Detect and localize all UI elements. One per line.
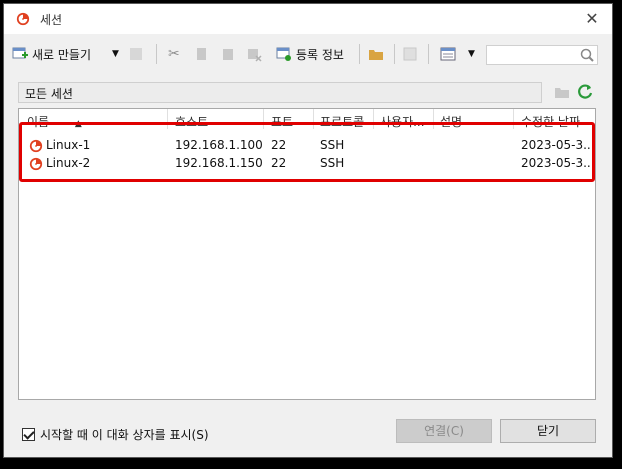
column-header-description[interactable]: 설명	[440, 113, 462, 130]
new-session-button[interactable]: 새로 만들기	[12, 43, 91, 65]
column-header-port[interactable]: 포트	[271, 113, 293, 130]
session-path-bar: 모든 세션	[18, 82, 542, 103]
session-port: 22	[271, 138, 287, 152]
list-header: 이름 ▲ 호스트 포트 프로토콜 사용자... 설명 수정한 날짜	[19, 109, 595, 129]
column-header-user[interactable]: 사용자...	[380, 113, 430, 130]
new-folder-icon[interactable]	[554, 84, 570, 100]
delete-icon	[248, 49, 262, 62]
dropdown-arrow-icon: ▼	[112, 49, 119, 59]
column-header-name[interactable]: 이름 ▲	[27, 113, 82, 130]
open-folder-button[interactable]	[368, 43, 384, 65]
session-action-button[interactable]	[128, 43, 144, 65]
copy-icon	[197, 48, 206, 60]
properties-button[interactable]: 등록 정보	[276, 43, 344, 65]
close-icon[interactable]: ✕	[582, 9, 602, 29]
search-input[interactable]	[486, 45, 598, 65]
new-session-label: 새로 만들기	[32, 47, 92, 62]
session-action-icon	[130, 48, 142, 60]
view-mode-button[interactable]	[440, 43, 456, 65]
column-divider[interactable]	[167, 109, 168, 129]
checkbox-checked-icon[interactable]	[22, 428, 35, 441]
cut-button[interactable]: ✂	[168, 43, 180, 65]
session-row[interactable]: Linux-2 192.168.1.150 22 SSH 2023-05-3..…	[19, 155, 595, 173]
sessions-dialog: 세션 ✕ 새로 만들기 ▼ ✂ 등록 정보 ▼ 모든 세션 이름 ▲ 호스트 포…	[3, 3, 613, 458]
cut-icon: ✂	[168, 46, 180, 62]
refresh-icon[interactable]	[576, 83, 594, 101]
delete-button[interactable]	[246, 43, 262, 65]
column-divider[interactable]	[373, 109, 374, 129]
session-modified: 2023-05-3...	[521, 156, 593, 170]
session-host: 192.168.1.150	[175, 156, 263, 170]
app-logo-icon	[16, 12, 30, 26]
connect-button[interactable]: 연결(C)	[396, 419, 492, 443]
toolbar: 새로 만들기 ▼ ✂ 등록 정보 ▼	[4, 34, 612, 72]
session-protocol: SSH	[320, 138, 345, 152]
column-divider[interactable]	[513, 109, 514, 129]
list-view-icon	[440, 47, 456, 61]
image-button[interactable]	[402, 43, 418, 65]
show-on-startup-label: 시작할 때 이 대화 상자를 표시(S)	[40, 428, 209, 442]
paste-button[interactable]	[220, 43, 236, 65]
show-on-startup-checkbox[interactable]: 시작할 때 이 대화 상자를 표시(S)	[22, 426, 209, 443]
column-divider[interactable]	[313, 109, 314, 129]
column-header-modified[interactable]: 수정한 날짜	[521, 113, 593, 130]
session-row[interactable]: Linux-1 192.168.1.100 22 SSH 2023-05-3..…	[19, 137, 595, 155]
column-header-host[interactable]: 호스트	[175, 113, 208, 130]
close-button[interactable]: 닫기	[500, 419, 596, 443]
dropdown-arrow-icon: ▼	[468, 49, 475, 59]
view-mode-dropdown[interactable]: ▼	[468, 43, 475, 65]
properties-label: 등록 정보	[296, 47, 344, 62]
window-title: 세션	[40, 13, 63, 27]
new-session-icon	[12, 47, 28, 59]
paste-icon	[223, 49, 233, 60]
toolbar-separator	[359, 44, 360, 64]
session-host: 192.168.1.100	[175, 138, 263, 152]
properties-icon	[276, 47, 291, 61]
session-logo-icon	[29, 157, 43, 171]
copy-button[interactable]	[194, 43, 210, 65]
session-name: Linux-2	[46, 156, 91, 170]
new-session-dropdown[interactable]: ▼	[112, 43, 119, 65]
toolbar-separator	[428, 44, 429, 64]
sort-ascending-icon: ▲	[74, 119, 82, 129]
session-protocol: SSH	[320, 156, 345, 170]
folder-icon	[369, 50, 383, 60]
title-bar: 세션 ✕	[4, 4, 612, 34]
column-divider[interactable]	[433, 109, 434, 129]
session-list: 이름 ▲ 호스트 포트 프로토콜 사용자... 설명 수정한 날짜 Linux-…	[18, 108, 596, 400]
session-modified: 2023-05-3...	[521, 138, 593, 152]
session-logo-icon	[29, 139, 43, 153]
session-port: 22	[271, 156, 287, 170]
column-header-protocol[interactable]: 프로토콜	[320, 113, 372, 130]
toolbar-separator	[394, 44, 395, 64]
column-divider[interactable]	[263, 109, 264, 129]
image-icon	[403, 47, 417, 61]
search-icon[interactable]	[579, 47, 595, 63]
toolbar-separator	[156, 44, 157, 64]
session-name: Linux-1	[46, 138, 91, 152]
